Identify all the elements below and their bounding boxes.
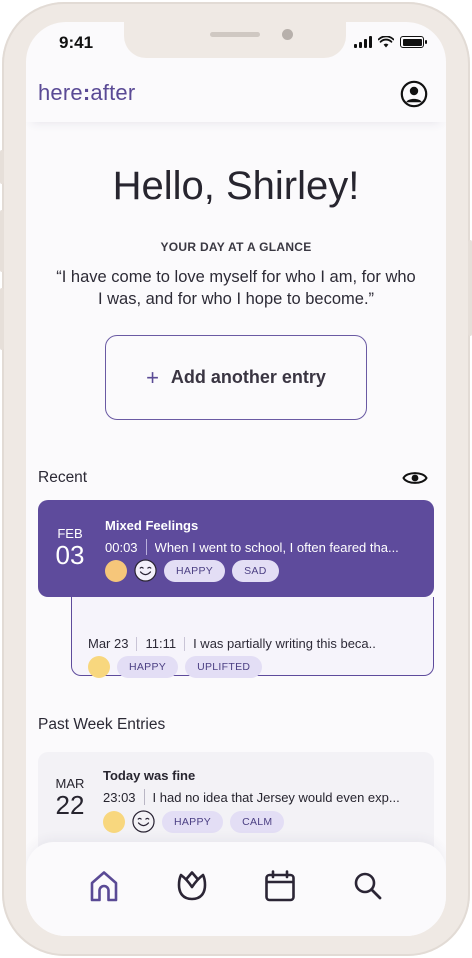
- entry-title: Today was fine: [103, 768, 196, 783]
- add-entry-label: Add another entry: [170, 367, 326, 387]
- status-bar: 9:41: [26, 22, 446, 66]
- daily-quote: “I have come to love myself for who I am…: [56, 268, 416, 308]
- entry-day: 22: [55, 790, 85, 820]
- entry-month: FEB: [57, 526, 83, 541]
- entry-meta: 23:03 I had no idea that Jersey would ev…: [103, 789, 423, 805]
- entry-day: 03: [55, 540, 85, 570]
- entry-time: 23:03: [103, 789, 136, 805]
- meta-divider: [136, 636, 138, 651]
- battery-icon: [400, 36, 427, 48]
- app-header: here:after: [26, 66, 446, 122]
- profile-icon[interactable]: [400, 80, 428, 108]
- meta-divider: [145, 539, 147, 555]
- recent-title: Recent: [38, 469, 88, 486]
- volume-down-button: [0, 288, 4, 350]
- mood-dot-icon: [105, 559, 127, 582]
- calendar-icon[interactable]: [263, 869, 297, 903]
- tag-happy[interactable]: HAPPY: [117, 656, 179, 678]
- eye-icon[interactable]: [402, 469, 428, 487]
- entry-title: Mixed Feelings: [105, 518, 199, 533]
- sub-entry-tags: HAPPY UPLIFTED: [88, 656, 263, 678]
- entry-meta: 00:03 When I went to school, I often fea…: [105, 539, 423, 555]
- tag-uplifted[interactable]: UPLIFTED: [185, 656, 263, 678]
- add-entry-button[interactable]: + Add another entry: [105, 335, 367, 420]
- status-time: 9:41: [59, 33, 94, 52]
- tag-calm[interactable]: CALM: [230, 810, 285, 833]
- camera: [282, 29, 293, 40]
- sub-entry-meta: Mar 23 11:11 I was partially writing thi…: [88, 636, 418, 651]
- tag-happy[interactable]: HAPPY: [164, 559, 226, 582]
- home-icon[interactable]: [87, 869, 121, 903]
- greeting-heading: Hello, Shirley!: [112, 164, 360, 208]
- past-week-title: Past Week Entries: [38, 716, 166, 733]
- recent-entry-card[interactable]: FEB 03 Mixed Feelings 00:03 When I went …: [38, 500, 434, 597]
- wifi-icon: [378, 36, 394, 48]
- search-icon[interactable]: [351, 869, 385, 903]
- entry-tags: HAPPY SAD: [105, 559, 279, 582]
- cellular-signal-icon: [354, 36, 372, 48]
- mood-dot-icon: [103, 810, 125, 833]
- entry-excerpt: When I went to school, I often feared th…: [154, 539, 399, 555]
- status-icons: [354, 36, 427, 48]
- entry-month: MAR: [55, 776, 85, 791]
- lotus-icon[interactable]: [175, 869, 209, 903]
- entry-date: MAR 22: [52, 776, 88, 819]
- app-logo[interactable]: here:after: [38, 80, 135, 106]
- speaker: [210, 32, 260, 37]
- meta-divider: [184, 636, 186, 651]
- recent-sub-entry[interactable]: Mar 23 11:11 I was partially writing thi…: [71, 597, 434, 678]
- plus-icon: +: [146, 364, 159, 390]
- sub-entry-time: 11:11: [145, 636, 177, 651]
- notch: [124, 22, 346, 58]
- glance-label: YOUR DAY AT A GLANCE: [160, 240, 312, 254]
- entry-date: FEB 03: [52, 526, 88, 569]
- tag-sad[interactable]: SAD: [232, 559, 279, 582]
- app-screen: 9:41 here:after Hello, Shirley! YOUR DAY…: [26, 22, 446, 936]
- sub-entry-date: Mar 23: [88, 636, 129, 651]
- bottom-nav: [26, 842, 446, 936]
- logo-part-after: after: [90, 80, 136, 105]
- smiley-face-icon: [134, 559, 157, 582]
- tag-happy[interactable]: HAPPY: [162, 810, 224, 833]
- volume-up-button: [0, 210, 4, 272]
- meta-divider: [143, 789, 145, 805]
- sub-entry-excerpt: I was partially writing this beca..: [193, 636, 376, 651]
- mute-switch: [0, 150, 4, 184]
- logo-part-here: here: [38, 80, 83, 105]
- entry-time: 00:03: [105, 539, 138, 555]
- entry-excerpt: I had no idea that Jersey would even exp…: [152, 789, 400, 805]
- entry-tags: HAPPY CALM: [103, 810, 285, 833]
- smiley-face-icon: [132, 810, 155, 833]
- mood-dot-icon: [88, 656, 110, 678]
- power-button: [468, 240, 472, 336]
